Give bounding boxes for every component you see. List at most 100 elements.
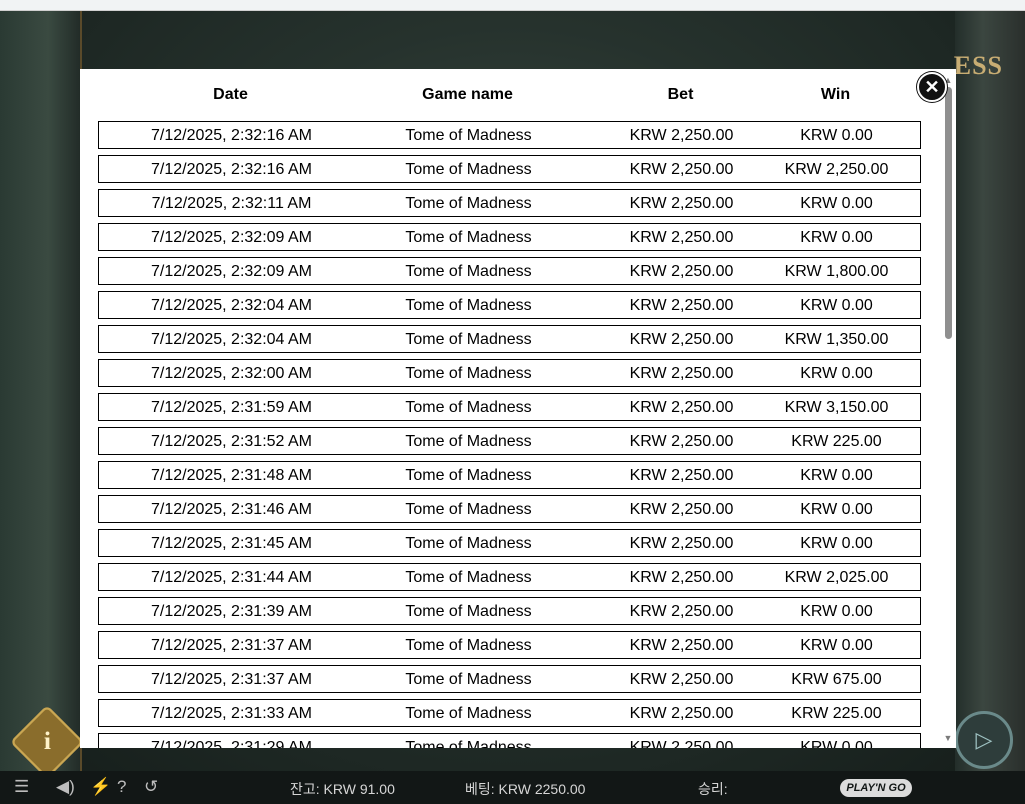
cell-game-name: Tome of Madness [405,229,532,246]
cell-win: KRW 1,350.00 [784,331,889,348]
close-icon: ✕ [924,77,940,97]
history-icon[interactable]: ↺ [144,777,158,797]
scroll-down-icon[interactable]: ▼ [943,733,953,743]
table-row[interactable]: 7/12/2025, 2:31:46 AM Tome of Madness KRW … [98,495,921,523]
win-readout: 승리: [698,781,728,797]
table-row[interactable]: 7/12/2025, 2:31:33 AM Tome of Madness KRW … [98,699,921,727]
cell-date: 7/12/2025, 2:31:48 AM [150,467,312,484]
cell-win: KRW 2,025.00 [784,569,889,586]
cell-bet: KRW 2,250.00 [629,433,734,450]
header-date: Date [213,86,248,103]
table-row[interactable]: 7/12/2025, 2:31:48 AM Tome of Madness KRW … [98,461,921,489]
header-bet: Bet [667,86,694,103]
header-win: Win [820,86,851,103]
cell-game-name: Tome of Madness [405,535,532,552]
table-row[interactable]: 7/12/2025, 2:32:00 AM Tome of Madness KRW … [98,359,921,387]
cell-bet: KRW 2,250.00 [629,739,734,748]
table-row[interactable]: 7/12/2025, 2:31:44 AM Tome of Madness KRW … [98,563,921,591]
table-row[interactable]: 7/12/2025, 2:31:52 AM Tome of Madness KRW … [98,427,921,455]
cell-date: 7/12/2025, 2:32:04 AM [150,331,312,348]
autoplay-button[interactable]: ▷ [955,711,1013,769]
game-frame-left [0,11,82,771]
cell-win: KRW 0.00 [800,467,873,484]
cell-win: KRW 675.00 [791,671,882,688]
cell-game-name: Tome of Madness [405,399,532,416]
cell-bet: KRW 2,250.00 [629,229,734,246]
table-row[interactable]: 7/12/2025, 2:32:04 AM Tome of Madness KRW … [98,291,921,319]
table-row[interactable]: 7/12/2025, 2:32:09 AM Tome of Madness KRW … [98,223,921,251]
scrollbar-thumb[interactable] [945,87,952,339]
cell-date: 7/12/2025, 2:31:59 AM [150,399,312,416]
cell-win: KRW 0.00 [800,229,873,246]
cell-date: 7/12/2025, 2:31:29 AM [150,739,312,748]
bet-history-modal: Date Game name Bet Win 7/12/2025, 2:32:1… [80,69,956,748]
cell-game-name: Tome of Madness [405,161,532,178]
cell-game-name: Tome of Madness [405,365,532,382]
info-icon: i [43,727,52,755]
cell-game-name: Tome of Madness [405,195,532,212]
browser-url-bar[interactable] [0,0,1025,11]
cell-game-name: Tome of Madness [405,705,532,722]
cell-win: KRW 0.00 [800,297,873,314]
cell-bet: KRW 2,250.00 [629,705,734,722]
table-row[interactable]: 7/12/2025, 2:31:37 AM Tome of Madness KRW … [98,665,921,693]
cell-bet: KRW 2,250.00 [629,671,734,688]
cell-win: KRW 225.00 [791,433,882,450]
cell-date: 7/12/2025, 2:32:00 AM [150,365,312,382]
cell-bet: KRW 2,250.00 [629,467,734,484]
cell-bet: KRW 2,250.00 [629,501,734,518]
help-icon[interactable]: ? [117,777,126,797]
cell-bet: KRW 2,250.00 [629,331,734,348]
cell-date: 7/12/2025, 2:32:09 AM [150,229,312,246]
cell-win: KRW 0.00 [800,365,873,382]
cell-bet: KRW 2,250.00 [629,161,734,178]
cell-date: 7/12/2025, 2:32:11 AM [151,195,312,212]
cell-game-name: Tome of Madness [405,603,532,620]
table-row[interactable]: 7/12/2025, 2:31:29 AM Tome of Madness KRW … [98,733,921,748]
cell-bet: KRW 2,250.00 [629,603,734,620]
close-modal-button[interactable]: ✕ [917,72,947,102]
cell-date: 7/12/2025, 2:31:52 AM [150,433,312,450]
cell-bet: KRW 2,250.00 [629,263,734,280]
table-row[interactable]: 7/12/2025, 2:32:09 AM Tome of Madness KRW … [98,257,921,285]
cell-date: 7/12/2025, 2:31:37 AM [150,637,312,654]
cell-win: KRW 2,250.00 [784,161,889,178]
sound-icon[interactable]: ◀) [56,777,75,797]
cell-date: 7/12/2025, 2:32:04 AM [150,297,312,314]
cell-win: KRW 0.00 [800,603,873,620]
cell-bet: KRW 2,250.00 [629,637,734,654]
table-row[interactable]: 7/12/2025, 2:31:39 AM Tome of Madness KRW … [98,597,921,625]
turbo-icon[interactable]: ⚡ [90,777,111,797]
history-table-header: Date Game name Bet Win [98,69,923,119]
table-row[interactable]: 7/12/2025, 2:31:45 AM Tome of Madness KRW … [98,529,921,557]
cell-win: KRW 225.00 [791,705,882,722]
cell-win: KRW 0.00 [800,195,873,212]
brand-logo: PLAY'N GO [840,779,912,797]
cell-game-name: Tome of Madness [405,671,532,688]
table-row[interactable]: 7/12/2025, 2:32:11 AM Tome of Madness KRW … [98,189,921,217]
cell-game-name: Tome of Madness [405,569,532,586]
game-toolbar: ☰ ◀) ⚡ ? ↺ 잔고: KRW 91.00 베팅: KRW 2250.00… [0,771,1025,804]
cell-date: 7/12/2025, 2:31:46 AM [150,501,312,518]
modal-scrollbar[interactable]: ▲ ▼ [942,75,954,743]
cell-date: 7/12/2025, 2:32:16 AM [150,127,312,144]
cell-date: 7/12/2025, 2:32:09 AM [150,263,312,280]
menu-icon[interactable]: ☰ [14,777,29,797]
table-row[interactable]: 7/12/2025, 2:31:59 AM Tome of Madness KRW … [98,393,921,421]
table-row[interactable]: 7/12/2025, 2:32:16 AM Tome of Madness KRW … [98,155,921,183]
table-row[interactable]: 7/12/2025, 2:32:04 AM Tome of Madness KRW … [98,325,921,353]
cell-win: KRW 3,150.00 [784,399,889,416]
cell-bet: KRW 2,250.00 [629,399,734,416]
table-row[interactable]: 7/12/2025, 2:32:16 AM Tome of Madness KRW … [98,121,921,149]
table-row[interactable]: 7/12/2025, 2:31:37 AM Tome of Madness KRW … [98,631,921,659]
game-frame-right [955,11,1025,771]
cell-bet: KRW 2,250.00 [629,535,734,552]
cell-game-name: Tome of Madness [405,297,532,314]
cell-date: 7/12/2025, 2:31:44 AM [150,569,312,586]
cell-bet: KRW 2,250.00 [629,297,734,314]
cell-game-name: Tome of Madness [405,331,532,348]
cell-game-name: Tome of Madness [405,263,532,280]
cell-win: KRW 0.00 [800,739,873,748]
cell-bet: KRW 2,250.00 [629,195,734,212]
cell-win: KRW 0.00 [800,501,873,518]
